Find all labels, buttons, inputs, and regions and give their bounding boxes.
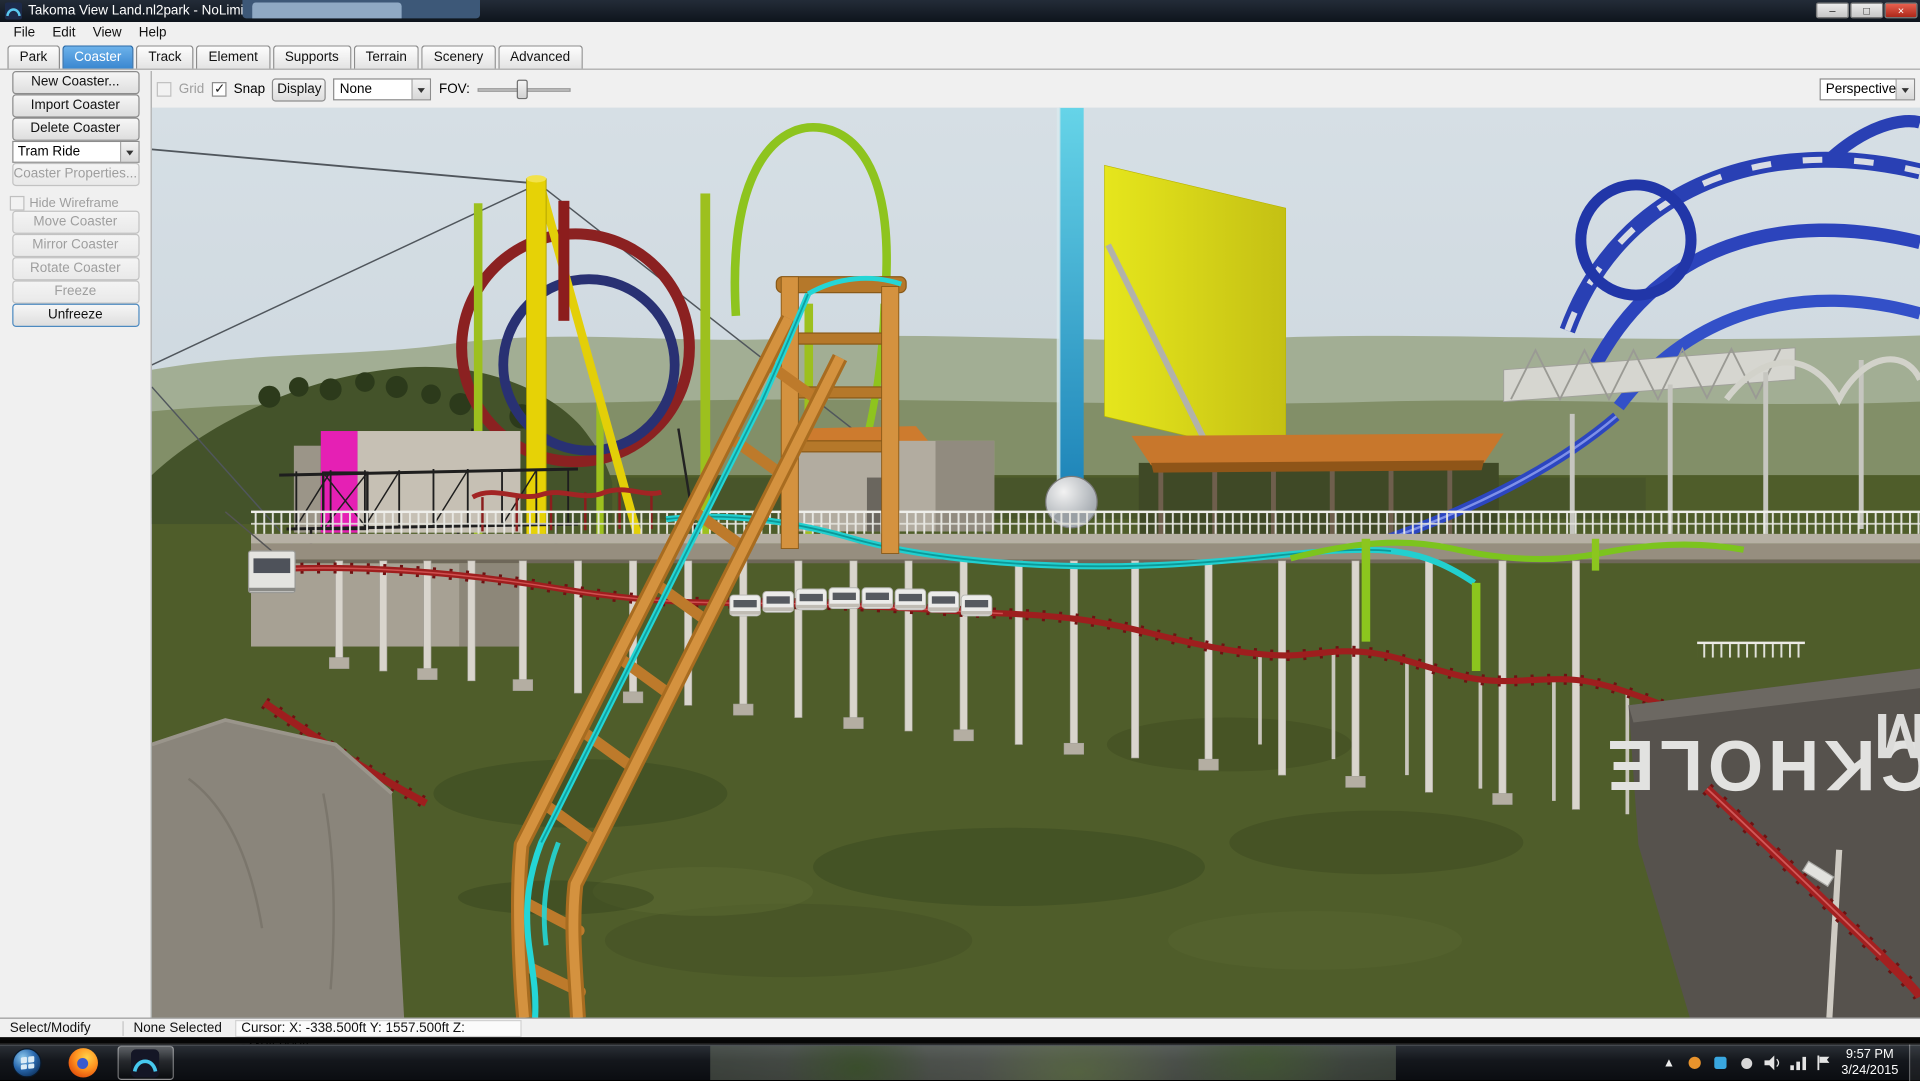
tray-expand-icon[interactable]: ▲ — [1660, 1054, 1677, 1071]
background-window-tab[interactable] — [252, 2, 401, 18]
unfreeze-button[interactable]: Unfreeze — [12, 304, 139, 327]
rotate-coaster-button[interactable]: Rotate Coaster — [12, 257, 139, 280]
show-desktop-button[interactable] — [1909, 1044, 1920, 1081]
tray-app-icon-blue[interactable] — [1712, 1054, 1729, 1071]
projection-select[interactable]: Perspective — [1820, 78, 1916, 100]
volume-icon[interactable] — [1763, 1054, 1780, 1071]
chevron-down-icon — [1896, 80, 1914, 100]
network-icon[interactable] — [1789, 1054, 1806, 1071]
maximize-button[interactable]: □ — [1850, 2, 1883, 18]
display-mode-value: None — [335, 82, 412, 97]
close-button[interactable]: × — [1884, 2, 1917, 18]
start-button[interactable] — [12, 1048, 41, 1077]
snap-checkbox[interactable] — [212, 82, 227, 97]
tab-park[interactable]: Park — [7, 45, 59, 68]
import-coaster-button[interactable]: Import Coaster — [12, 94, 139, 117]
menu-item-file[interactable]: File — [5, 23, 44, 43]
tray-app-icon-white[interactable] — [1738, 1054, 1755, 1071]
tab-advanced[interactable]: Advanced — [498, 45, 582, 68]
wall-text-blackhole: ACKHOLE — [1602, 725, 1920, 804]
menu-item-edit[interactable]: Edit — [44, 23, 84, 43]
firefox-taskbar-icon[interactable] — [69, 1048, 98, 1077]
menu-item-help[interactable]: Help — [130, 23, 175, 43]
tab-coaster[interactable]: Coaster — [62, 45, 134, 68]
fov-slider-thumb[interactable] — [516, 80, 527, 100]
chevron-down-icon — [119, 142, 137, 162]
new-coaster-button[interactable]: New Coaster... — [12, 71, 139, 94]
status-cursor-coords: Cursor: X: -338.500ft Y: 1557.500ft Z: -… — [235, 1019, 522, 1036]
projection-value: Perspective — [1821, 82, 1896, 97]
display-mode-select[interactable]: None — [334, 78, 432, 100]
hide-wireframe-label: Hide Wireframe — [29, 196, 118, 211]
coaster-properties-button[interactable]: Coaster Properties... — [12, 163, 139, 186]
coaster-select-value: Tram Ride — [13, 144, 120, 159]
viewport-3d[interactable]: ACKHOLE M — [152, 108, 1920, 1018]
tray-app-icon-orange[interactable] — [1686, 1054, 1703, 1071]
yellow-wall — [1104, 165, 1285, 459]
fov-slider[interactable] — [477, 78, 570, 100]
snap-label: Snap — [234, 82, 265, 97]
grid-label: Grid — [179, 82, 204, 97]
system-tray: ▲ — [1660, 1044, 1831, 1081]
background-window-fragment[interactable] — [242, 0, 480, 18]
app-icon[interactable] — [5, 2, 22, 19]
nolimits-app-icon — [131, 1049, 159, 1077]
grid-checkbox[interactable] — [157, 82, 172, 97]
clock-time: 9:57 PM — [1834, 1047, 1905, 1063]
window-title: Takoma View Land.nl2park - NoLimits 2 — [28, 0, 265, 22]
menu-item-view[interactable]: View — [84, 23, 130, 43]
tab-track[interactable]: Track — [136, 45, 194, 68]
move-coaster-button[interactable]: Move Coaster — [12, 211, 139, 234]
minimize-button[interactable]: – — [1816, 2, 1849, 18]
viewport-toolbar: Grid Snap Display None FOV: Perspective — [152, 71, 1920, 108]
status-bar: Select/Modify None Selected Cursor: X: -… — [0, 1018, 1920, 1038]
taskbar-clock[interactable]: 9:57 PM 3/24/2015 — [1834, 1047, 1905, 1079]
wall-text-partial: M — [1874, 700, 1920, 771]
hide-wireframe-checkbox[interactable] — [10, 196, 25, 211]
display-button[interactable]: Display — [272, 78, 326, 101]
taskbar-glass-reflection — [710, 1046, 1396, 1080]
window-controls: – □ × — [1816, 2, 1918, 18]
tab-element[interactable]: Element — [196, 45, 270, 68]
mirror-coaster-button[interactable]: Mirror Coaster — [12, 234, 139, 257]
screen: Takoma View Land.nl2park - NoLimits 2 – … — [0, 0, 1920, 1080]
coaster-panel: New Coaster... Import Coaster Delete Coa… — [0, 71, 152, 1018]
tab-terrain[interactable]: Terrain — [353, 45, 419, 68]
status-selection: None Selected — [122, 1021, 232, 1036]
windows-logo-icon — [21, 1056, 34, 1070]
hide-wireframe-row: Hide Wireframe — [10, 196, 151, 211]
nolimits-taskbar-button[interactable] — [118, 1046, 174, 1080]
tab-scenery[interactable]: Scenery — [422, 45, 496, 68]
windows-taskbar: ▲ 9:57 PM 3/24/2015 — [0, 1043, 1920, 1080]
action-center-flag-icon[interactable] — [1815, 1054, 1832, 1071]
tab-supports[interactable]: Supports — [273, 45, 351, 68]
status-mode: Select/Modify — [0, 1021, 122, 1036]
menu-bar: File Edit View Help — [0, 22, 1920, 43]
chevron-down-icon — [412, 80, 430, 100]
fov-label: FOV: — [439, 82, 470, 97]
mode-tab-bar: Park Coaster Track Element Supports Terr… — [0, 43, 1920, 70]
coaster-select[interactable]: Tram Ride — [12, 141, 139, 163]
freeze-button[interactable]: Freeze — [12, 280, 139, 303]
clock-date: 3/24/2015 — [1834, 1063, 1905, 1079]
window-titlebar: Takoma View Land.nl2park - NoLimits 2 – … — [0, 0, 1920, 22]
delete-coaster-button[interactable]: Delete Coaster — [12, 118, 139, 141]
